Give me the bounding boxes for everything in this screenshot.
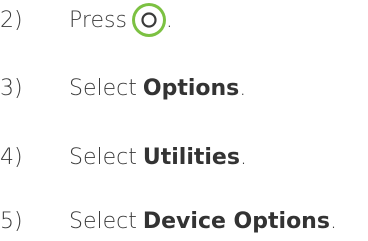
- step-verb: Press: [69, 7, 127, 33]
- step-suffix: .: [239, 75, 247, 101]
- step-suffix: .: [329, 208, 337, 234]
- step-suffix: .: [165, 7, 173, 33]
- step-verb: Select: [69, 208, 137, 234]
- step-number: 4): [0, 144, 23, 170]
- step-target: Options: [142, 75, 240, 101]
- step-suffix: .: [239, 144, 247, 170]
- step-target: Device Options: [142, 208, 330, 234]
- step-target: Utilities: [142, 144, 240, 170]
- step-number: 3): [0, 75, 23, 101]
- instruction-step-3: 3) Select Options .: [0, 68, 246, 108]
- step-verb: Select: [69, 144, 137, 170]
- o-button-icon: [131, 3, 166, 37]
- instruction-step-2: 2) Press .: [0, 0, 173, 40]
- step-number: 2): [0, 7, 23, 33]
- instruction-step-5: 5) Select Device Options .: [0, 201, 337, 241]
- step-number: 5): [0, 208, 23, 234]
- step-verb: Select: [69, 75, 137, 101]
- instruction-step-4: 4) Select Utilities .: [0, 137, 247, 177]
